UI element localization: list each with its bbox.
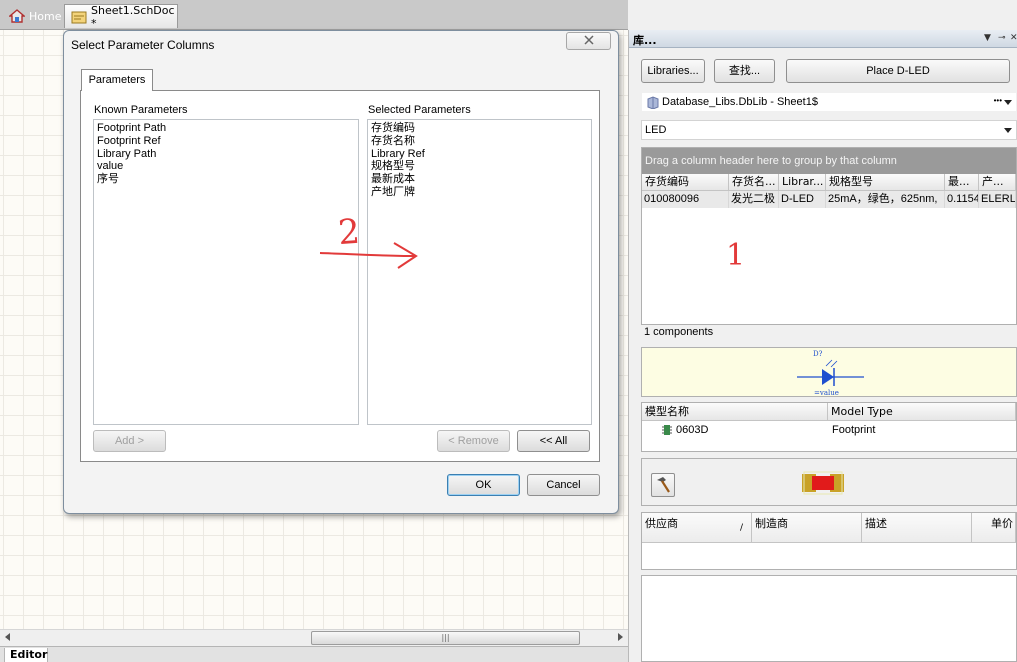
editor-tab[interactable]: Editor	[4, 648, 48, 662]
scroll-left-arrow-icon[interactable]	[5, 633, 10, 641]
libraries-button[interactable]: Libraries...	[641, 59, 705, 83]
footprint-pads	[802, 471, 844, 495]
model-name[interactable]: 0603D	[676, 421, 708, 439]
ok-button[interactable]: OK	[447, 474, 520, 496]
editor-tab-bar: Editor	[0, 646, 628, 662]
libraries-panel: 库... ▼ ⊸ ✕ Libraries... 查找... Place D-LE…	[628, 30, 1017, 662]
library-select-value: Database_Libs.DbLib - Sheet1$	[662, 96, 818, 108]
add-button[interactable]: Add >	[93, 430, 166, 452]
close-icon	[583, 34, 594, 48]
scroll-thumb[interactable]: |||	[311, 631, 580, 645]
chevron-down-icon[interactable]	[1004, 100, 1012, 105]
dialog-title: Select Parameter Columns	[71, 38, 215, 52]
tab-sheet1-schdoc[interactable]: Sheet1.SchDoc *	[64, 3, 178, 30]
scroll-right-arrow-icon[interactable]	[618, 633, 623, 641]
sort-icon: /	[739, 523, 743, 533]
tab-sheet-label: Sheet1.SchDoc *	[91, 3, 175, 30]
selected-parameters-label: Selected Parameters	[368, 104, 471, 116]
footprint-model-icon	[662, 421, 672, 439]
column-header[interactable]: 规格型号	[826, 174, 945, 191]
column-header[interactable]: Librar...	[779, 174, 826, 191]
home-icon	[9, 9, 25, 23]
footprint-preview	[641, 458, 1017, 506]
select-parameter-columns-dialog: Select Parameter Columns Parameters Know…	[63, 30, 619, 514]
more-icon[interactable]: •••	[994, 92, 1002, 110]
designator-text: D?	[813, 350, 823, 358]
list-item[interactable]: 存货名称	[371, 135, 588, 148]
footprint-3d-button[interactable]	[651, 473, 675, 497]
table-cell[interactable]: ELERLI	[979, 191, 1016, 208]
remove-all-button[interactable]: << All	[517, 430, 590, 452]
horizontal-scrollbar[interactable]: |||	[0, 629, 628, 646]
tab-parameters[interactable]: Parameters	[81, 69, 153, 91]
component-count: 1 components	[644, 326, 714, 338]
remove-button[interactable]: < Remove	[437, 430, 510, 452]
list-item[interactable]: value	[97, 160, 355, 173]
panel-header: 库... ▼ ⊸ ✕	[629, 30, 1017, 48]
column-header[interactable]: 产...	[979, 174, 1016, 191]
table-cell[interactable]: 发光二极	[729, 191, 779, 208]
column-header[interactable]: 存货编码	[642, 174, 729, 191]
model-table[interactable]: 模型名称 Model Type 0603D Footprint	[641, 402, 1017, 452]
model-type[interactable]: Footprint	[832, 421, 875, 439]
component-grid[interactable]: Drag a column header here to group by th…	[641, 147, 1017, 325]
hammer-icon	[657, 477, 670, 493]
document-tab-bar: Home Sheet1.SchDoc *	[0, 0, 628, 30]
column-header[interactable]: Model Type	[828, 403, 1016, 421]
list-item[interactable]: 最新成本	[371, 173, 588, 186]
table-cell[interactable]: 25mA，绿色，625nm,	[826, 191, 945, 208]
filter-value: LED	[645, 124, 667, 136]
parameters-tab-panel: Known Parameters Footprint Path Footprin…	[80, 90, 600, 462]
column-header[interactable]: 单价	[972, 513, 1016, 543]
list-item[interactable]: 产地厂牌	[371, 186, 588, 199]
tab-home[interactable]: Home	[3, 4, 67, 28]
column-header[interactable]: 存货名...	[729, 174, 779, 191]
chevron-down-icon[interactable]	[1004, 128, 1012, 133]
known-parameters-list[interactable]: Footprint Path Footprint Ref Library Pat…	[93, 119, 359, 425]
column-header[interactable]: 供应商 /	[642, 513, 752, 543]
tab-home-label: Home	[29, 9, 62, 23]
cancel-button[interactable]: Cancel	[527, 474, 600, 496]
table-cell[interactable]: D-LED	[779, 191, 826, 208]
column-header-label: 供应商	[645, 517, 678, 530]
list-item[interactable]: Library Path	[97, 148, 355, 161]
list-item[interactable]: Library Ref	[371, 148, 588, 161]
column-header[interactable]: 描述	[862, 513, 972, 543]
place-component-button[interactable]: Place D-LED	[786, 59, 1010, 83]
list-item[interactable]: 规格型号	[371, 160, 588, 173]
diode-symbol: D? =value	[797, 350, 864, 397]
pin-icon[interactable]: ⊸	[998, 33, 1006, 43]
list-item[interactable]: Footprint Ref	[97, 135, 355, 148]
column-header[interactable]: 最...	[945, 174, 979, 191]
comment-text: =value	[814, 389, 839, 397]
close-panel-icon[interactable]: ✕	[1010, 33, 1017, 43]
known-parameters-label: Known Parameters	[94, 104, 188, 116]
group-by-hint: Drag a column header here to group by th…	[642, 148, 1016, 174]
selected-parameters-list[interactable]: 存货编码 存货名称 Library Ref 规格型号 最新成本 产地厂牌	[367, 119, 592, 425]
search-button[interactable]: 查找...	[714, 59, 775, 83]
list-item[interactable]: 序号	[97, 173, 355, 186]
panel-menu-icon[interactable]: ▼	[984, 33, 991, 43]
panel-title: 库...	[633, 34, 657, 47]
symbol-preview: D? =value	[641, 347, 1017, 397]
list-item[interactable]: 存货编码	[371, 122, 588, 135]
table-cell[interactable]: 0.1154	[945, 191, 979, 208]
library-select[interactable]: Database_Libs.DbLib - Sheet1$ •••	[641, 92, 1017, 112]
table-cell[interactable]: 010080096	[642, 191, 729, 208]
details-panel	[641, 575, 1017, 662]
column-header[interactable]: 模型名称	[642, 403, 828, 421]
column-header[interactable]: 制造商	[752, 513, 862, 543]
database-library-icon	[647, 96, 659, 115]
filter-input[interactable]: LED	[641, 120, 1017, 140]
schematic-sheet-icon	[71, 10, 87, 24]
supplier-table[interactable]: 供应商 / 制造商 描述 单价	[641, 512, 1017, 570]
list-item[interactable]: Footprint Path	[97, 122, 355, 135]
close-button[interactable]	[566, 32, 611, 50]
